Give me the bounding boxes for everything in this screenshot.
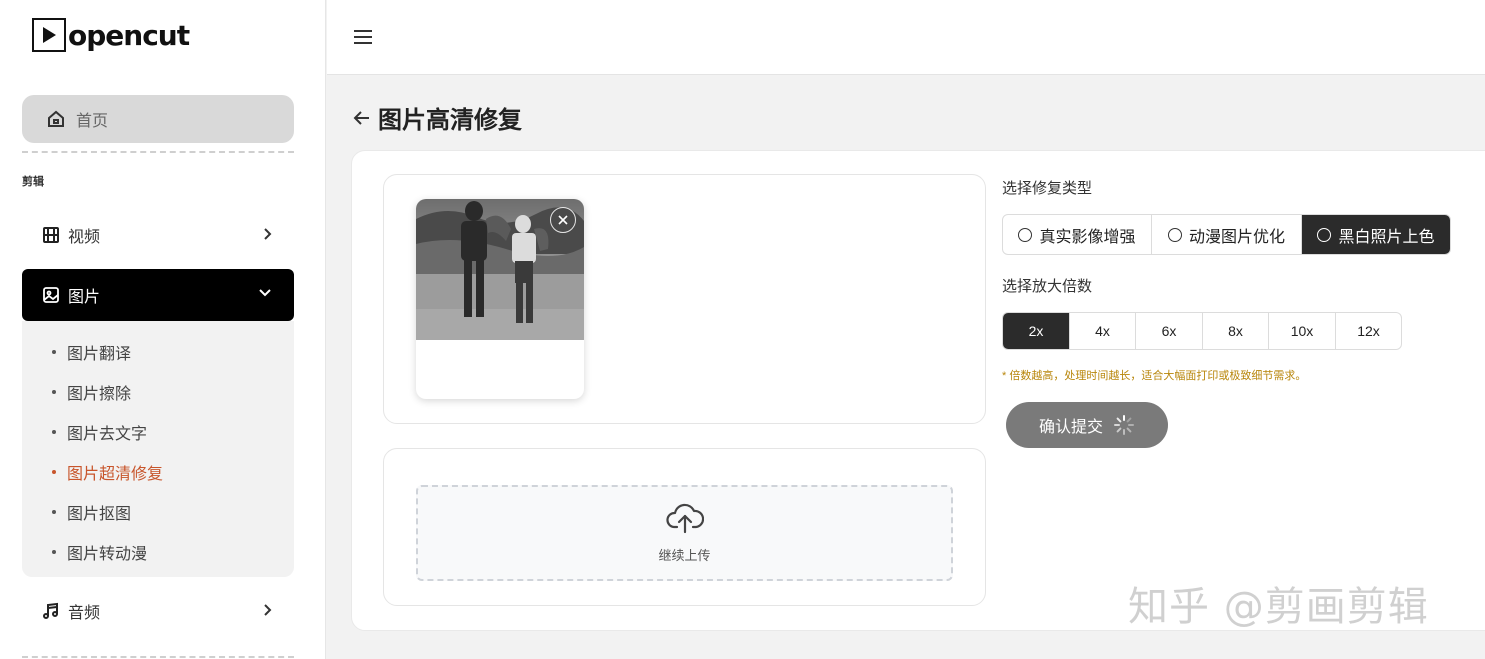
option-real-enhance[interactable]: 真实影像增强: [1003, 215, 1152, 254]
close-icon[interactable]: [550, 207, 576, 233]
chevron-down-icon: [258, 288, 272, 298]
option-anime-optimize[interactable]: 动漫图片优化: [1152, 215, 1302, 254]
bullet: [52, 470, 56, 474]
submenu-label: 图片转动漫: [67, 546, 148, 563]
watermark: 知乎 @剪画剪辑: [1128, 584, 1429, 630]
sidebar: opencut 首页 剪辑 视频 图片 图片翻译 图片擦除 图片去文字 图片超清…: [0, 0, 326, 659]
option-label: 黑白照片上色: [1338, 228, 1435, 246]
logo-text: opencut: [68, 18, 190, 52]
radio-icon: [1018, 227, 1033, 242]
submenu-item-erase[interactable]: 图片擦除: [52, 380, 131, 404]
page-title-text: 图片高清修复: [378, 107, 522, 134]
chevron-right-icon: [262, 227, 272, 241]
logo[interactable]: opencut: [32, 18, 190, 52]
top-bar: [327, 0, 1485, 75]
bullet: [52, 550, 56, 554]
home-icon: [46, 109, 66, 129]
submenu-label: 图片抠图: [67, 506, 132, 523]
repair-type-selector: 真实影像增强 动漫图片优化 黑白照片上色: [1002, 214, 1451, 255]
cloud-upload-icon: [665, 502, 704, 539]
submenu-item-super-resolution[interactable]: 图片超清修复: [52, 460, 163, 484]
music-icon: [42, 602, 60, 620]
home-label: 首页: [76, 113, 109, 130]
nav-label: 音频: [68, 605, 101, 622]
scale-option[interactable]: 10x: [1269, 313, 1336, 349]
bullet: [52, 510, 56, 514]
submenu-label: 图片翻译: [67, 346, 132, 363]
hamburger-menu-icon[interactable]: [353, 28, 373, 51]
scale-selector: 2x 4x 6x 8x 10x 12x: [1002, 312, 1402, 350]
submit-button[interactable]: 确认提交: [1006, 402, 1168, 448]
submenu-item-translate[interactable]: 图片翻译: [52, 340, 131, 364]
upload-dropzone[interactable]: 继续上传: [416, 485, 953, 581]
nav-label: 图片: [68, 289, 101, 306]
scale-option[interactable]: 6x: [1136, 313, 1203, 349]
loading-spinner-icon: [1113, 414, 1135, 436]
option-label: 真实影像增强: [1039, 228, 1136, 246]
home-button[interactable]: 首页: [22, 95, 294, 143]
submit-label: 确认提交: [1038, 419, 1103, 436]
radio-icon: [1167, 227, 1182, 242]
page-title: 图片高清修复: [352, 100, 522, 135]
bullet: [52, 350, 56, 354]
option-label: 动漫图片优化: [1188, 228, 1285, 246]
submenu-label: 图片去文字: [67, 426, 148, 443]
nav-item-video[interactable]: 视频: [22, 210, 294, 260]
nav-label: 视频: [68, 229, 101, 246]
scale-option[interactable]: 4x: [1070, 313, 1136, 349]
option-colorize[interactable]: 黑白照片上色: [1302, 215, 1450, 254]
repair-type-label: 选择修复类型: [1002, 180, 1093, 197]
submenu-item-remove-text[interactable]: 图片去文字: [52, 420, 147, 444]
scale-hint: * 倍数越高，处理时间越长，适合大幅面打印或极致细节需求。: [1002, 370, 1307, 382]
submenu-item-anime[interactable]: 图片转动漫: [52, 540, 147, 564]
submenu-label: 图片擦除: [67, 386, 132, 403]
upload-label: 继续上传: [658, 548, 711, 563]
image-thumbnail[interactable]: [416, 199, 584, 399]
nav-item-image[interactable]: 图片: [22, 269, 294, 321]
radio-icon: [1317, 227, 1332, 242]
scale-option[interactable]: 12x: [1336, 313, 1401, 349]
chevron-right-icon: [262, 603, 272, 617]
scale-option[interactable]: 8x: [1203, 313, 1269, 349]
play-icon: [32, 18, 66, 52]
submenu-item-cutout[interactable]: 图片抠图: [52, 500, 131, 524]
image-submenu: 图片翻译 图片擦除 图片去文字 图片超清修复 图片抠图 图片转动漫: [22, 321, 294, 577]
divider: [22, 656, 294, 658]
section-label: 剪辑: [22, 176, 44, 188]
divider: [22, 151, 294, 153]
nav-item-audio[interactable]: 音频: [22, 586, 294, 636]
bullet: [52, 430, 56, 434]
arrow-left-icon[interactable]: [352, 108, 372, 128]
submenu-label: 图片超清修复: [67, 466, 164, 483]
image-icon: [42, 286, 60, 304]
bullet: [52, 390, 56, 394]
film-icon: [42, 226, 60, 244]
scale-label: 选择放大倍数: [1002, 278, 1093, 295]
scale-option[interactable]: 2x: [1003, 313, 1070, 349]
